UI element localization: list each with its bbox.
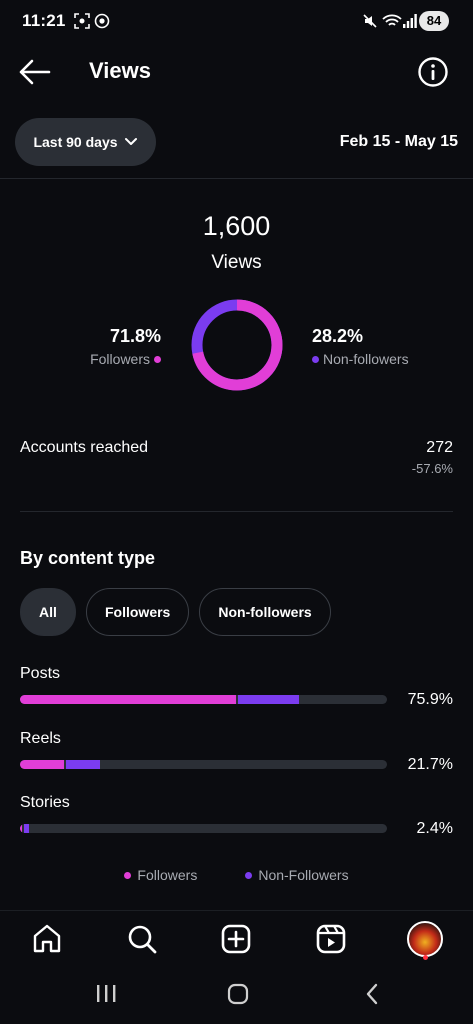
bar-nonfollowers-segment (66, 760, 100, 769)
filter-chips: All Followers Non-followers (20, 588, 331, 636)
legend-followers-label: Followers (137, 867, 198, 883)
back-arrow-icon[interactable] (18, 58, 52, 86)
date-range-dropdown[interactable]: Last 90 days (15, 118, 156, 166)
content-row-label: Stories (20, 794, 70, 811)
wifi-icon (382, 14, 402, 26)
chrome-icon (94, 13, 110, 29)
nonfollowers-percent: 28.2% (312, 326, 364, 346)
content-row-percent: 2.4% (416, 820, 453, 837)
bar-followers-segment (20, 760, 65, 769)
back-chevron-icon[interactable] (366, 983, 378, 1005)
recents-icon[interactable] (97, 985, 116, 1002)
mute-icon (363, 14, 377, 28)
bar-nonfollowers-segment (24, 824, 29, 833)
legend-nonfollowers-label: Non-Followers (258, 867, 349, 883)
date-range-text: Feb 15 - May 15 (339, 133, 458, 150)
home-circle-icon[interactable] (227, 983, 249, 1005)
followers-stat: 71.8% Followers (90, 326, 161, 367)
signal-icon (403, 14, 417, 28)
status-time: 11:21 (22, 11, 66, 30)
profile-avatar[interactable] (407, 921, 443, 957)
views-donut-chart (191, 299, 283, 391)
content-row-label: Posts (20, 665, 61, 682)
search-icon[interactable] (124, 921, 160, 957)
home-icon[interactable] (29, 921, 65, 957)
followers-percent: 71.8% (109, 326, 161, 346)
nonfollowers-stat: 28.2% Non-followers (312, 326, 409, 367)
legend-followers-dot (124, 871, 132, 879)
bar-nonfollowers-segment (238, 695, 299, 704)
content-row-bar (20, 695, 387, 704)
divider (20, 511, 453, 512)
content-type-title: By content type (20, 548, 156, 568)
screenshot-icon (74, 13, 90, 29)
views-total: 1,600 (202, 211, 271, 241)
legend-nonfollowers-dot (245, 871, 253, 879)
bar-followers-segment (20, 824, 23, 833)
bottom-nav (0, 910, 473, 968)
page-title: Views (89, 58, 151, 83)
status-bar: 11:21 84 (0, 0, 473, 44)
system-nav-bar (97, 983, 378, 1005)
chip-all[interactable]: All (20, 588, 76, 636)
divider (0, 178, 473, 179)
accounts-reached-label: Accounts reached (20, 439, 149, 456)
chip-followers[interactable]: Followers (86, 588, 190, 636)
followers-dot (154, 355, 161, 363)
battery-indicator: 84 (419, 11, 449, 31)
nonfollowers-caption: Non-followers (323, 351, 409, 367)
content-row-bar (20, 824, 387, 833)
create-icon[interactable] (218, 921, 254, 957)
info-icon[interactable] (417, 56, 449, 88)
notification-dot (423, 955, 428, 960)
content-row-percent: 21.7% (407, 756, 453, 773)
top-header: Views (0, 46, 473, 98)
bar-followers-segment (20, 695, 237, 704)
content-row-percent: 75.9% (407, 691, 453, 708)
reels-icon[interactable] (313, 921, 349, 957)
content-legend: Followers Non-Followers (0, 867, 473, 883)
nonfollowers-dot (312, 355, 319, 363)
views-label: Views (211, 252, 262, 273)
date-range-label: Last 90 days (33, 134, 118, 150)
followers-caption: Followers (90, 351, 150, 367)
content-row-bar (20, 760, 387, 769)
content-row-label: Reels (20, 730, 61, 747)
chevron-down-icon (124, 138, 137, 145)
accounts-reached-delta: -57.6% (411, 461, 453, 476)
accounts-reached-value: 272 (426, 439, 453, 456)
chip-nonfollowers[interactable]: Non-followers (199, 588, 331, 636)
